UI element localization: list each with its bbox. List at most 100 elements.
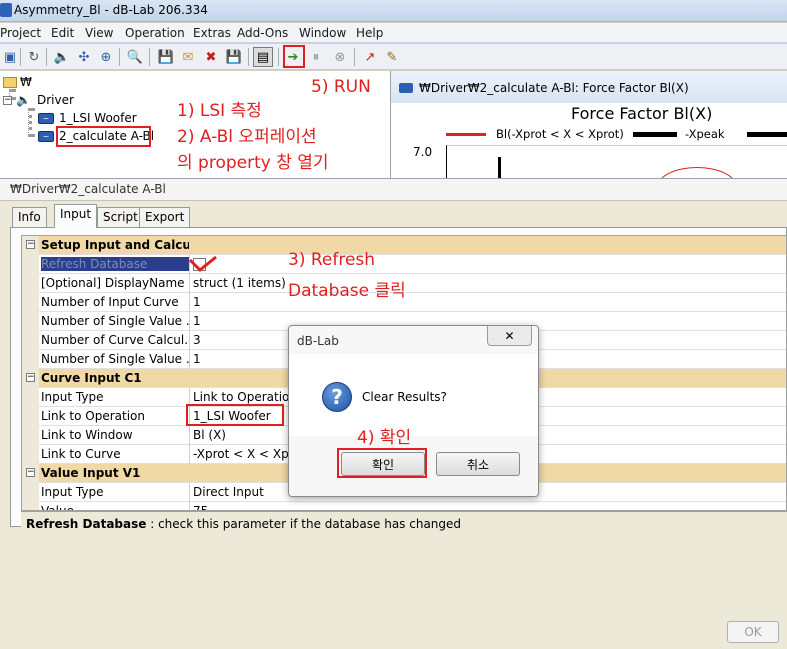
property-value[interactable]: Direct Input: [193, 485, 264, 499]
y-tick-label: 7.0: [413, 145, 433, 159]
folder-icon: [3, 76, 17, 88]
menu-operation[interactable]: Operation: [125, 26, 185, 40]
property-window-titlebar[interactable]: ₩Driver₩2_calculate A-Bl: [0, 179, 787, 201]
close-icon[interactable]: ✕: [487, 326, 532, 346]
graph-window-titlebar[interactable]: ₩Driver₩2_calculate A-Bl: Force Factor B…: [391, 71, 787, 103]
annotation-step3a: 3) Refresh: [288, 250, 376, 270]
question-icon: ?: [322, 382, 352, 412]
property-name: Number of Curve Calcul...: [41, 333, 189, 347]
row-gutter: [22, 388, 39, 407]
property-name: [Optional] DisplayName ...: [41, 276, 189, 290]
row-gutter: [22, 255, 39, 274]
link-icon[interactable]: ⊕: [96, 47, 116, 67]
collapse-icon[interactable]: −: [3, 95, 12, 105]
description-text: : check this parameter if the database h…: [146, 517, 462, 531]
row-gutter: [22, 502, 39, 510]
tree-root-label: ₩: [20, 75, 32, 89]
property-value[interactable]: 1: [193, 352, 201, 366]
graph-window-title: ₩Driver₩2_calculate A-Bl: Force Factor B…: [419, 81, 689, 95]
property-value[interactable]: Bl (X): [193, 428, 226, 442]
row-gutter: [22, 331, 39, 350]
properties-icon[interactable]: ▤: [253, 47, 273, 67]
property-value[interactable]: 3: [193, 333, 201, 347]
ok-button[interactable]: OK: [727, 621, 779, 643]
notes-icon[interactable]: ✎: [382, 47, 402, 67]
grid-property-row[interactable]: Refresh Database: [22, 255, 786, 274]
tab-export[interactable]: Export: [139, 207, 191, 227]
confirm-dialog: dB-Lab ✕ ? Clear Results? 확인 취소: [288, 325, 539, 497]
property-value[interactable]: struct (1 items): [193, 276, 286, 290]
tree-root[interactable]: ₩: [3, 75, 32, 89]
toolbar-separator: [248, 48, 249, 66]
menu-add-ons[interactable]: Add-Ons: [237, 26, 288, 40]
chart-title: Force Factor Bl(X): [571, 104, 713, 123]
property-value[interactable]: 1: [193, 295, 201, 309]
property-name: Refresh Database: [41, 257, 189, 271]
grid-property-row[interactable]: Value 75: [22, 502, 786, 511]
speaker-icon[interactable]: 🔈: [52, 47, 72, 67]
menu-help[interactable]: Help: [356, 26, 383, 40]
property-name: Curve Input C1: [41, 371, 142, 385]
chart-icon[interactable]: ↗: [360, 47, 380, 67]
row-gutter: [22, 350, 39, 369]
legend-swatch-extra: [747, 132, 787, 137]
graph-window: ₩Driver₩2_calculate A-Bl: Force Factor B…: [390, 71, 787, 207]
tab-info[interactable]: Info: [12, 207, 47, 227]
menu-project[interactable]: Project: [0, 26, 41, 40]
property-window-title: ₩Driver₩2_calculate A-Bl: [10, 182, 166, 196]
toolbar-separator: [149, 48, 150, 66]
stop-icon[interactable]: ⊗: [330, 47, 350, 67]
menu-edit[interactable]: Edit: [51, 26, 74, 40]
column-divider: [189, 312, 190, 331]
legend-label-xpeak: -Xpeak: [685, 127, 725, 141]
row-gutter: [22, 445, 39, 464]
grid-category-row[interactable]: −Setup Input and Calculation: [22, 236, 786, 255]
menu-window[interactable]: Window: [299, 26, 346, 40]
mail-icon[interactable]: ✉: [178, 47, 198, 67]
collapse-icon[interactable]: −: [26, 373, 35, 382]
property-name: Link to Window: [41, 428, 133, 442]
legend-label-bl: Bl(-Xprot < X < Xprot): [496, 127, 624, 141]
save-as-icon[interactable]: 💾: [224, 47, 244, 67]
menu-bar: Project Edit View Operation Extras Add-O…: [0, 23, 787, 43]
toolbar: ▣ ↻ 🔈 ✣ ⊕ 🔍 💾 ✉ ✖ 💾 ▤ ➔ ⏸ ⊗ ↗ ✎: [0, 44, 787, 70]
property-name: Value Input V1: [41, 466, 141, 480]
graph-icon: [399, 83, 413, 93]
legend-swatch-bl: [446, 133, 486, 136]
property-value[interactable]: Link to Operation: [193, 390, 297, 404]
refresh-icon[interactable]: ↻: [24, 47, 44, 67]
tree-driver-label: Driver: [37, 93, 74, 107]
run-highlight: [283, 45, 305, 68]
annotation-step4: 4) 확인: [357, 428, 412, 448]
column-divider: [189, 274, 190, 293]
tree-item-highlight: [56, 126, 151, 147]
toolbar-separator: [119, 48, 120, 66]
menu-view[interactable]: View: [85, 26, 113, 40]
pause-icon[interactable]: ⏸: [306, 47, 326, 67]
menu-extras[interactable]: Extras: [193, 26, 231, 40]
property-name: Value: [41, 504, 74, 511]
delete-icon[interactable]: ✖: [201, 47, 221, 67]
dialog-ok-highlight: [337, 448, 427, 478]
dialog-cancel-button[interactable]: 취소: [436, 452, 520, 476]
tree-driver[interactable]: − 🔈 Driver: [3, 93, 74, 107]
toolbar-separator: [46, 48, 47, 66]
network-icon[interactable]: ✣: [74, 47, 94, 67]
property-name: Number of Single Value ...: [41, 314, 189, 328]
db-icon[interactable]: ▣: [0, 47, 20, 67]
tab-script[interactable]: Script: [97, 207, 144, 227]
property-value[interactable]: 1: [193, 314, 201, 328]
toolbar-separator: [20, 48, 21, 66]
dialog-message: Clear Results?: [362, 390, 447, 404]
property-value[interactable]: 75: [193, 504, 208, 510]
tree-item-label: 1_LSI Woofer: [59, 111, 137, 125]
toolbar-separator: [354, 48, 355, 66]
tab-input[interactable]: Input: [54, 204, 98, 228]
collapse-icon[interactable]: −: [26, 468, 35, 477]
row-gutter: [22, 426, 39, 445]
annotation-step2a: 2) A-Bl 오퍼레이션: [177, 127, 317, 147]
search-icon[interactable]: 🔍: [125, 47, 145, 67]
save-icon[interactable]: 💾: [156, 47, 176, 67]
tree-item-lsi-woofer[interactable]: ~ 1_LSI Woofer: [38, 111, 137, 125]
collapse-icon[interactable]: −: [26, 240, 35, 249]
